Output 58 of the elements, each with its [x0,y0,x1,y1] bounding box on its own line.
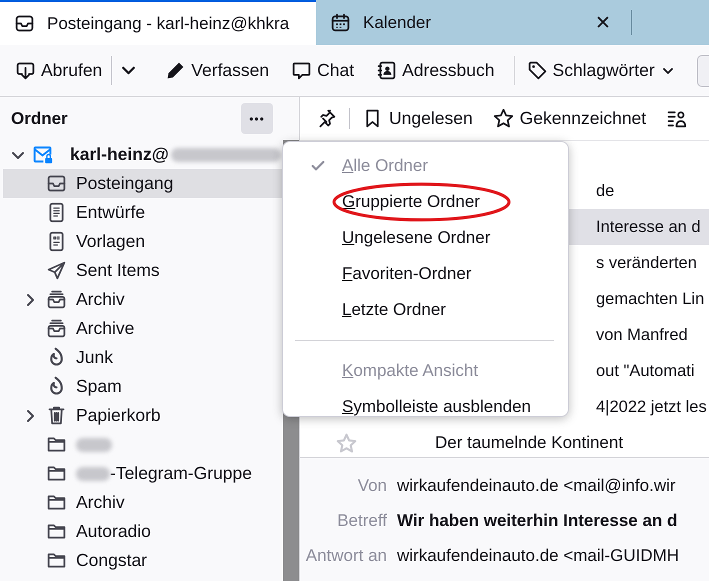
tag-icon [526,60,548,81]
folder-item[interactable]: -Telegram-Gruppe [3,459,282,488]
folder-item[interactable]: Vorlagen [3,227,282,256]
account-row[interactable]: karl-heinz@ [0,140,282,169]
header-label: Antwort an [304,546,388,566]
folder-item[interactable]: Autoradio [3,517,282,546]
header-value: wirkaufendeinauto.de <mail@info.wir [397,476,676,496]
folder-item[interactable]: Congstar [3,546,282,575]
folder-item[interactable]: Archiv [3,285,282,314]
toolbar-button[interactable]: Verfassen [160,56,274,85]
toolbar-button[interactable]: Chat [286,56,360,85]
menu-item[interactable]: Symbolleiste ausblenden [287,389,564,425]
folder-item[interactable]: Sent Items [3,256,282,285]
header-value: Wir haben weiterhin Interesse an d [397,510,678,530]
inbox-icon [14,13,35,34]
menu-item[interactable]: Favoriten-Ordner [287,256,564,292]
filter-button[interactable]: Ungelesen [362,108,473,129]
message-subject: Der taumelnde Kontinent [435,433,624,453]
message-row[interactable]: Der taumelnde Kontinent [300,425,709,457]
toolbar-button[interactable]: Adressbuch [371,56,500,85]
menu-item[interactable]: Letzte Ordner [287,292,564,328]
message-subject: von Manfred [596,326,688,344]
menu-item[interactable]: Ungelesene Ordner [287,220,564,256]
tab[interactable]: Posteingang - karl-heinz@khkra [0,0,316,45]
account-name: karl-heinz@ [70,144,169,165]
folder-item[interactable]: Archiv [3,488,282,517]
folder-item[interactable]: Spam [3,372,282,401]
inbox-icon [46,173,67,194]
address-book-icon [376,60,398,81]
calendar-icon [330,12,351,33]
folder-item[interactable]: Archive [3,314,282,343]
redaction-blur [76,438,112,452]
menu-item[interactable]: Gruppierte Ordner [287,184,564,220]
pane-title: Ordner [11,108,68,128]
folder-item[interactable]: Junk [3,343,282,372]
paper-plane-icon [46,260,67,281]
tab[interactable]: Kalender ✕ [316,0,631,45]
folder-item[interactable]: Posteingang [3,169,282,198]
folder-item[interactable]: Papierkorb [3,401,282,430]
header-label: Von [356,476,388,496]
chat-icon [291,60,312,81]
archive-icon [46,289,67,310]
message-subject: Interesse an d [596,218,701,236]
folder-item[interactable]: Entwürfe [3,198,282,227]
mail-lock-icon [32,144,53,165]
more-button[interactable]: ••• [241,103,273,134]
header-label: Betreff [336,510,388,530]
star-icon[interactable] [336,432,357,454]
header-value: wirkaufendeinauto.de <mail-GUIDMH [397,546,680,566]
star-icon [492,108,514,129]
toolbar-button[interactable]: Schlagwörter [514,56,681,85]
toolbar-button[interactable]: Abrufen [10,56,108,85]
redaction-blur [76,466,110,480]
close-button[interactable]: ✕ [589,10,617,34]
trash-icon [46,405,67,426]
filter-button[interactable]: Gekennzeichnet [492,108,646,129]
archive-icon [46,318,67,339]
download-icon [15,60,36,81]
